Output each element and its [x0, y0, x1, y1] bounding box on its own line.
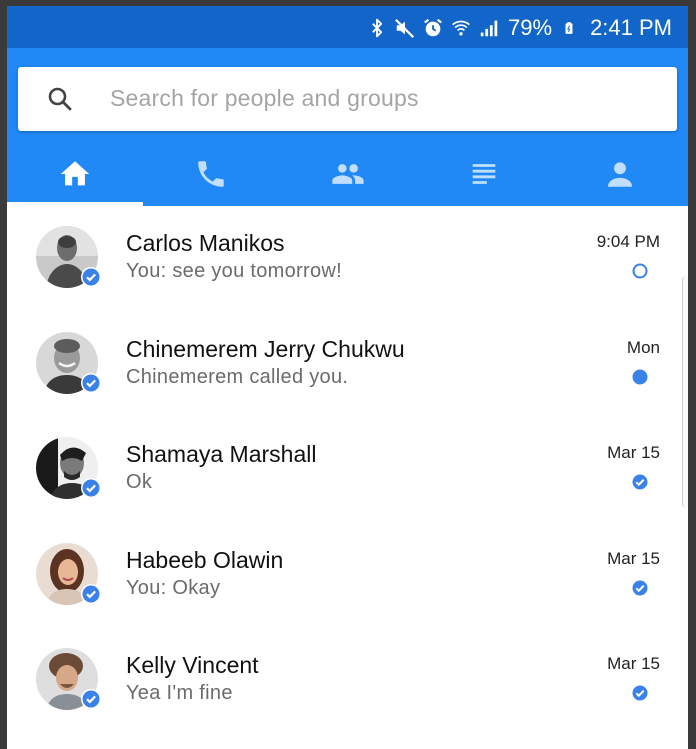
contact-name: Kelly Vincent	[126, 652, 259, 678]
scrollbar[interactable]	[682, 276, 688, 508]
status-bar: 79% 2:41 PM	[7, 6, 688, 48]
battery-icon	[558, 17, 580, 39]
verified-badge-icon	[81, 372, 101, 393]
tab-feed[interactable]	[416, 146, 552, 206]
battery-percentage: 79%	[508, 15, 553, 40]
mute-icon	[394, 17, 416, 39]
tab-bar	[7, 146, 688, 206]
app-bar: Search for people and groups	[7, 48, 688, 206]
tab-groups[interactable]	[279, 146, 415, 206]
person-icon	[603, 157, 637, 196]
list-icon	[467, 157, 501, 196]
conversation-row[interactable]: Chinemerem Jerry Chukwu Chinemerem calle…	[7, 312, 688, 418]
contact-name: Carlos Manikos	[126, 230, 285, 256]
unread-dot-icon	[631, 368, 649, 386]
status-time: 2:41 PM	[590, 15, 672, 40]
contact-name: Habeeb Olawin	[126, 546, 284, 573]
message-preview: You: see you tomorrow!	[126, 260, 342, 282]
conversation-row[interactable]: Habeeb Olawin You: Okay Mar 15	[7, 523, 688, 629]
search-placeholder: Search for people and groups	[110, 85, 419, 111]
delivered-check-icon	[631, 684, 649, 702]
message-time: Mar 15	[607, 443, 660, 462]
conversation-row[interactable]: Kelly Vincent Yea I'm fine Mar 15	[7, 628, 688, 734]
verified-badge-icon	[81, 478, 101, 498]
message-preview: Ok	[126, 471, 153, 493]
phone-icon	[194, 157, 228, 196]
message-preview: You: Okay	[126, 576, 221, 599]
home-icon	[58, 157, 92, 196]
tab-home[interactable]	[7, 146, 144, 206]
message-time: Mon	[626, 337, 660, 357]
verified-badge-icon	[81, 689, 101, 709]
message-time: Mar 15	[607, 654, 660, 673]
contact-name: Shamaya Marshall	[126, 441, 317, 467]
conversation-list: Carlos Manikos You: see you tomorrow! 9:…	[7, 206, 688, 734]
search-icon	[46, 85, 74, 113]
message-preview: Chinemerem called you.	[126, 365, 349, 388]
signal-icon	[478, 17, 500, 39]
search-input[interactable]: Search for people and groups	[18, 67, 677, 131]
alarm-icon	[422, 17, 444, 39]
contact-name: Chinemerem Jerry Chukwu	[126, 335, 405, 362]
sent-circle-icon	[631, 262, 649, 280]
message-time: 9:04 PM	[596, 232, 660, 251]
verified-badge-icon	[81, 583, 101, 604]
verified-badge-icon	[81, 267, 101, 287]
delivered-check-icon	[631, 473, 649, 491]
conversation-row[interactable]: Shamaya Marshall Ok Mar 15	[7, 417, 688, 523]
conversation-row[interactable]: Carlos Manikos You: see you tomorrow! 9:…	[7, 206, 688, 312]
wifi-icon	[450, 17, 472, 39]
delivered-check-icon	[631, 579, 649, 597]
message-time: Mar 15	[607, 548, 660, 568]
bluetooth-icon	[366, 17, 388, 39]
people-icon	[331, 157, 365, 196]
message-preview: Yea I'm fine	[126, 682, 233, 704]
app-window: 79% 2:41 PM Search for people and groups	[7, 6, 688, 749]
status-icons: 79% 2:41 PM	[366, 14, 672, 42]
tab-calls[interactable]	[143, 146, 279, 206]
tab-profile[interactable]	[552, 146, 688, 206]
